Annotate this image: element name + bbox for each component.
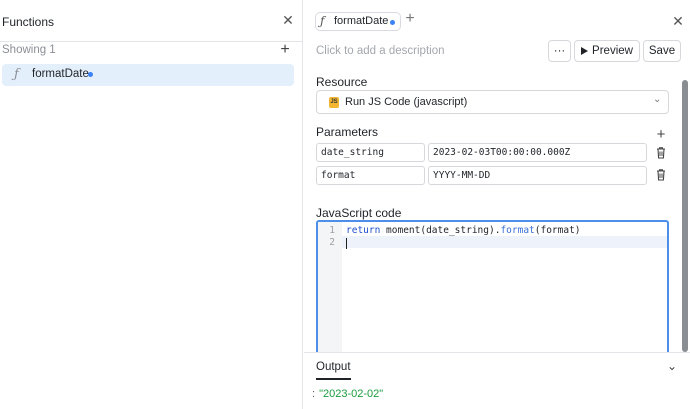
play-icon bbox=[581, 47, 589, 55]
javascript-icon: JS bbox=[329, 97, 339, 108]
add-function-icon[interactable]: + bbox=[277, 41, 293, 59]
unsaved-indicator bbox=[88, 72, 93, 77]
function-name: formatDate bbox=[32, 68, 89, 80]
chevron-down-icon: ⌄ bbox=[653, 94, 662, 105]
code-method: format bbox=[500, 225, 535, 236]
parameters-label: Parameters bbox=[316, 125, 379, 139]
functions-panel-title: Functions bbox=[2, 15, 55, 29]
chevron-down-icon[interactable]: ⌄ bbox=[667, 359, 677, 373]
resource-select[interactable]: JS Run JS Code (javascript) ⌄ bbox=[316, 90, 669, 114]
function-list-item[interactable]: ƒ formatDate bbox=[2, 64, 294, 86]
line-number: 1 bbox=[329, 225, 335, 236]
tab-bar: ƒ formatDate + ✕ bbox=[304, 0, 690, 42]
new-tab-icon[interactable]: + bbox=[402, 10, 418, 30]
functions-panel: Functions ✕ Showing 1 + ƒ formatDate bbox=[0, 0, 303, 409]
tab-output[interactable]: Output bbox=[316, 361, 351, 380]
showing-count: Showing 1 bbox=[2, 44, 56, 56]
close-icon[interactable]: ✕ bbox=[670, 13, 686, 29]
parameter-name-input[interactable]: format bbox=[316, 166, 425, 185]
resource-label: Resource bbox=[316, 75, 368, 89]
line-number-gutter: 1 2 bbox=[318, 222, 342, 353]
code-label: JavaScript code bbox=[316, 206, 402, 220]
unsaved-indicator bbox=[390, 20, 395, 25]
function-icon: ƒ bbox=[14, 67, 19, 82]
save-button[interactable]: Save bbox=[643, 40, 681, 62]
code-line: return moment(date_string).format(format… bbox=[346, 225, 581, 236]
line-number: 2 bbox=[329, 237, 335, 248]
code-text: moment(date_string). bbox=[380, 225, 501, 236]
tab-formatdate[interactable]: ƒ formatDate bbox=[315, 12, 401, 31]
preview-label: Preview bbox=[592, 45, 633, 57]
close-icon[interactable]: ✕ bbox=[280, 12, 296, 28]
parameter-value-input[interactable]: YYYY-MM-DD bbox=[428, 166, 647, 185]
output-panel-header: Output ⌄ bbox=[304, 352, 690, 380]
code-editor[interactable]: 1 2 return moment(date_string).format(fo… bbox=[316, 220, 669, 355]
output-result: : "2023-02-02" bbox=[312, 388, 383, 400]
function-editor: ƒ formatDate + ✕ Click to add a descript… bbox=[304, 0, 690, 409]
parameter-name-input[interactable]: date_string bbox=[316, 143, 425, 162]
code-keyword: return bbox=[346, 225, 381, 236]
output-prefix: : bbox=[312, 388, 316, 400]
tab-label: formatDate bbox=[334, 15, 389, 27]
preview-button[interactable]: Preview bbox=[574, 40, 640, 62]
resource-value: Run JS Code (javascript) bbox=[345, 96, 468, 108]
trash-icon[interactable] bbox=[655, 146, 667, 160]
output-value: "2023-02-02" bbox=[319, 388, 384, 400]
description-field[interactable]: Click to add a description bbox=[316, 45, 444, 57]
trash-icon[interactable] bbox=[655, 168, 667, 182]
scrollbar-thumb[interactable] bbox=[682, 80, 688, 352]
parameter-value-input[interactable]: 2023-02-03T00:00:00.000Z bbox=[428, 143, 647, 162]
active-line-highlight bbox=[342, 236, 667, 248]
functions-panel-header: Functions ✕ bbox=[0, 0, 303, 42]
add-parameter-icon[interactable]: + bbox=[654, 126, 668, 143]
code-text: (format) bbox=[534, 225, 581, 236]
more-options-button[interactable]: ··· bbox=[548, 40, 571, 62]
function-icon: ƒ bbox=[320, 14, 325, 28]
text-cursor bbox=[346, 238, 347, 249]
